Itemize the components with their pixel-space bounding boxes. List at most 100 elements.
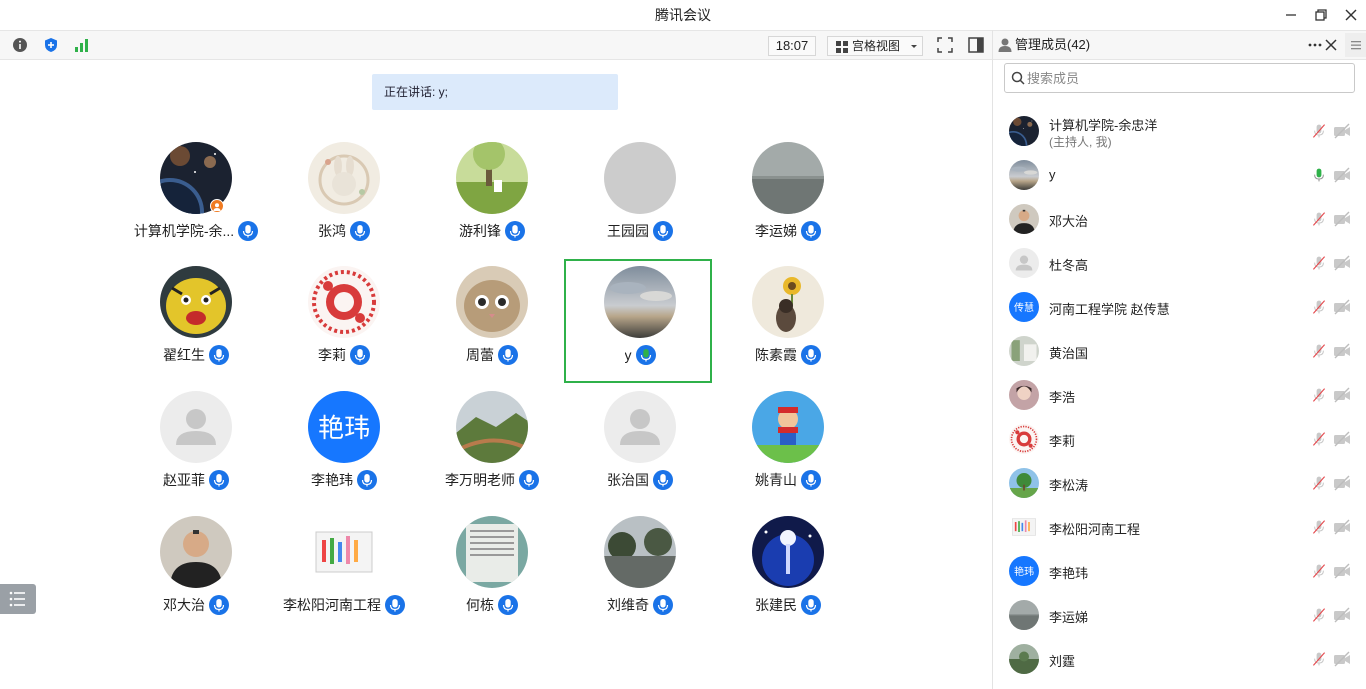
camera-off-icon[interactable] <box>1333 255 1351 271</box>
camera-off-icon[interactable] <box>1333 475 1351 491</box>
member-search-input[interactable] <box>1027 68 1347 88</box>
close-panel-icon[interactable] <box>1323 37 1339 58</box>
mic-muted-icon[interactable] <box>1311 343 1327 359</box>
participant-tile[interactable]: 李万明老师 <box>418 386 566 510</box>
mic-muted-icon[interactable] <box>1311 299 1327 315</box>
info-icon[interactable] <box>12 37 28 53</box>
camera-off-icon[interactable] <box>1333 167 1351 183</box>
view-mode-label: 宫格视图 <box>852 39 901 53</box>
camera-off-icon[interactable] <box>1333 607 1351 623</box>
camera-off-icon[interactable] <box>1333 123 1351 139</box>
more-options-icon[interactable] <box>1307 37 1323 58</box>
participant-tile[interactable]: 翟红生 <box>122 261 270 385</box>
mic-icon <box>519 470 539 490</box>
mic-muted-icon[interactable] <box>1311 563 1327 579</box>
participant-tile[interactable]: 周蕾 <box>418 261 566 385</box>
svg-text:传慧: 传慧 <box>1014 301 1034 314</box>
participant-tile[interactable]: 赵亚菲 <box>122 386 270 510</box>
camera-off-icon[interactable] <box>1333 651 1351 667</box>
member-row[interactable]: 黄治国 <box>993 329 1366 373</box>
member-row[interactable]: 李松涛 <box>993 461 1366 505</box>
participant-tile[interactable]: 李松阳河南工程 <box>270 511 418 635</box>
camera-off-icon[interactable] <box>1333 299 1351 315</box>
mic-muted-icon[interactable] <box>1311 475 1327 491</box>
restore-icon[interactable] <box>1312 6 1330 24</box>
participant-tile[interactable]: 计算机学院-余... <box>122 137 270 261</box>
mic-muted-icon[interactable] <box>1311 607 1327 623</box>
participant-tile[interactable]: 何栋 <box>418 511 566 635</box>
mic-muted-icon[interactable] <box>1311 123 1327 139</box>
participant-tile[interactable]: 张建民 <box>714 511 862 635</box>
camera-off-icon[interactable] <box>1333 387 1351 403</box>
camera-off-icon[interactable] <box>1333 211 1351 227</box>
svg-text:艳玮: 艳玮 <box>318 414 370 444</box>
participant-name: y <box>624 347 632 363</box>
participant-tile[interactable]: 陈素霞 <box>714 261 862 385</box>
view-mode-dropdown[interactable]: 宫格视图 <box>827 36 923 56</box>
camera-off-icon[interactable] <box>1333 563 1351 579</box>
participant-tile[interactable]: 游利锋 <box>418 137 566 261</box>
participant-tile[interactable]: 邓大治 <box>122 511 270 635</box>
member-row[interactable]: 邓大治 <box>993 197 1366 241</box>
participant-name-row: 李松阳河南工程 <box>270 595 418 617</box>
member-row[interactable]: 李松阳河南工程 <box>993 505 1366 549</box>
participant-name-row: 张鸿 <box>270 221 418 243</box>
mic-muted-icon[interactable] <box>1311 431 1327 447</box>
participant-tile[interactable]: 姚青山 <box>714 386 862 510</box>
participant-tile[interactable]: 刘维奇 <box>566 511 714 635</box>
panel-menu-icon[interactable] <box>1345 33 1366 57</box>
participant-avatar <box>752 266 824 338</box>
mic-muted-icon[interactable] <box>1311 519 1327 535</box>
camera-off-icon[interactable] <box>1333 519 1351 535</box>
minimize-icon[interactable] <box>1282 6 1300 24</box>
mic-icon <box>209 345 229 365</box>
mic-muted-icon[interactable] <box>1311 387 1327 403</box>
mic-icon <box>350 345 370 365</box>
svg-text:艳玮: 艳玮 <box>1014 565 1034 578</box>
member-row[interactable]: 杜冬高 <box>993 241 1366 285</box>
participant-name: 李运娣 <box>755 223 797 239</box>
participant-name: 李万明老师 <box>445 472 515 488</box>
participant-tile[interactable]: 张治国 <box>566 386 714 510</box>
member-name: 杜冬高 <box>1049 258 1089 273</box>
participant-tile[interactable]: 李运娣 <box>714 137 862 261</box>
member-row[interactable]: 刘霆 <box>993 637 1366 681</box>
mic-icon <box>357 470 377 490</box>
participant-name: 李艳玮 <box>311 472 353 488</box>
mic-muted-icon[interactable] <box>1311 651 1327 667</box>
signal-bars-icon[interactable] <box>74 37 90 53</box>
mic-muted-icon[interactable] <box>1311 255 1327 271</box>
member-name: 李运娣 <box>1049 610 1089 625</box>
person-icon <box>998 37 1012 58</box>
camera-off-icon[interactable] <box>1333 343 1351 359</box>
mic-muted-icon[interactable] <box>1311 211 1327 227</box>
participant-name: 姚青山 <box>755 472 797 488</box>
member-name: y <box>1049 167 1056 182</box>
meeting-clock: 18:07 <box>768 36 816 56</box>
member-list-toggle-button[interactable] <box>0 584 36 614</box>
fullscreen-icon[interactable] <box>937 37 953 53</box>
participant-tile[interactable]: 艳玮艳玮李艳玮 <box>270 386 418 510</box>
member-row[interactable]: 计算机学院-余忠洋 (主持人, 我) <box>993 109 1366 153</box>
member-avatar <box>1009 380 1039 410</box>
participant-name-row: 周蕾 <box>418 345 566 367</box>
participant-name: 张建民 <box>755 597 797 613</box>
member-search-box[interactable] <box>1004 63 1355 93</box>
member-row[interactable]: 李浩 <box>993 373 1366 417</box>
participant-tile[interactable]: y <box>564 259 712 383</box>
member-row[interactable]: 艳玮艳玮李艳玮 <box>993 549 1366 593</box>
camera-off-icon[interactable] <box>1333 431 1351 447</box>
member-panel-header: 管理成员(42) <box>993 30 1366 60</box>
participant-tile[interactable]: 王园园 <box>566 137 714 261</box>
close-window-icon[interactable] <box>1342 6 1360 24</box>
participant-tile[interactable]: 张鸿 <box>270 137 418 261</box>
security-shield-icon[interactable] <box>43 37 59 53</box>
member-row[interactable]: y <box>993 153 1366 197</box>
member-row[interactable]: 李莉 <box>993 417 1366 461</box>
member-row[interactable]: 传慧传慧河南工程学院 赵传慧 <box>993 285 1366 329</box>
member-row[interactable]: 李运娣 <box>993 593 1366 637</box>
participant-tile[interactable]: 李莉 <box>270 261 418 385</box>
side-panel-toggle-icon[interactable] <box>968 37 984 53</box>
mic-on-icon[interactable] <box>1311 167 1327 183</box>
participant-name-row: 李运娣 <box>714 221 862 243</box>
